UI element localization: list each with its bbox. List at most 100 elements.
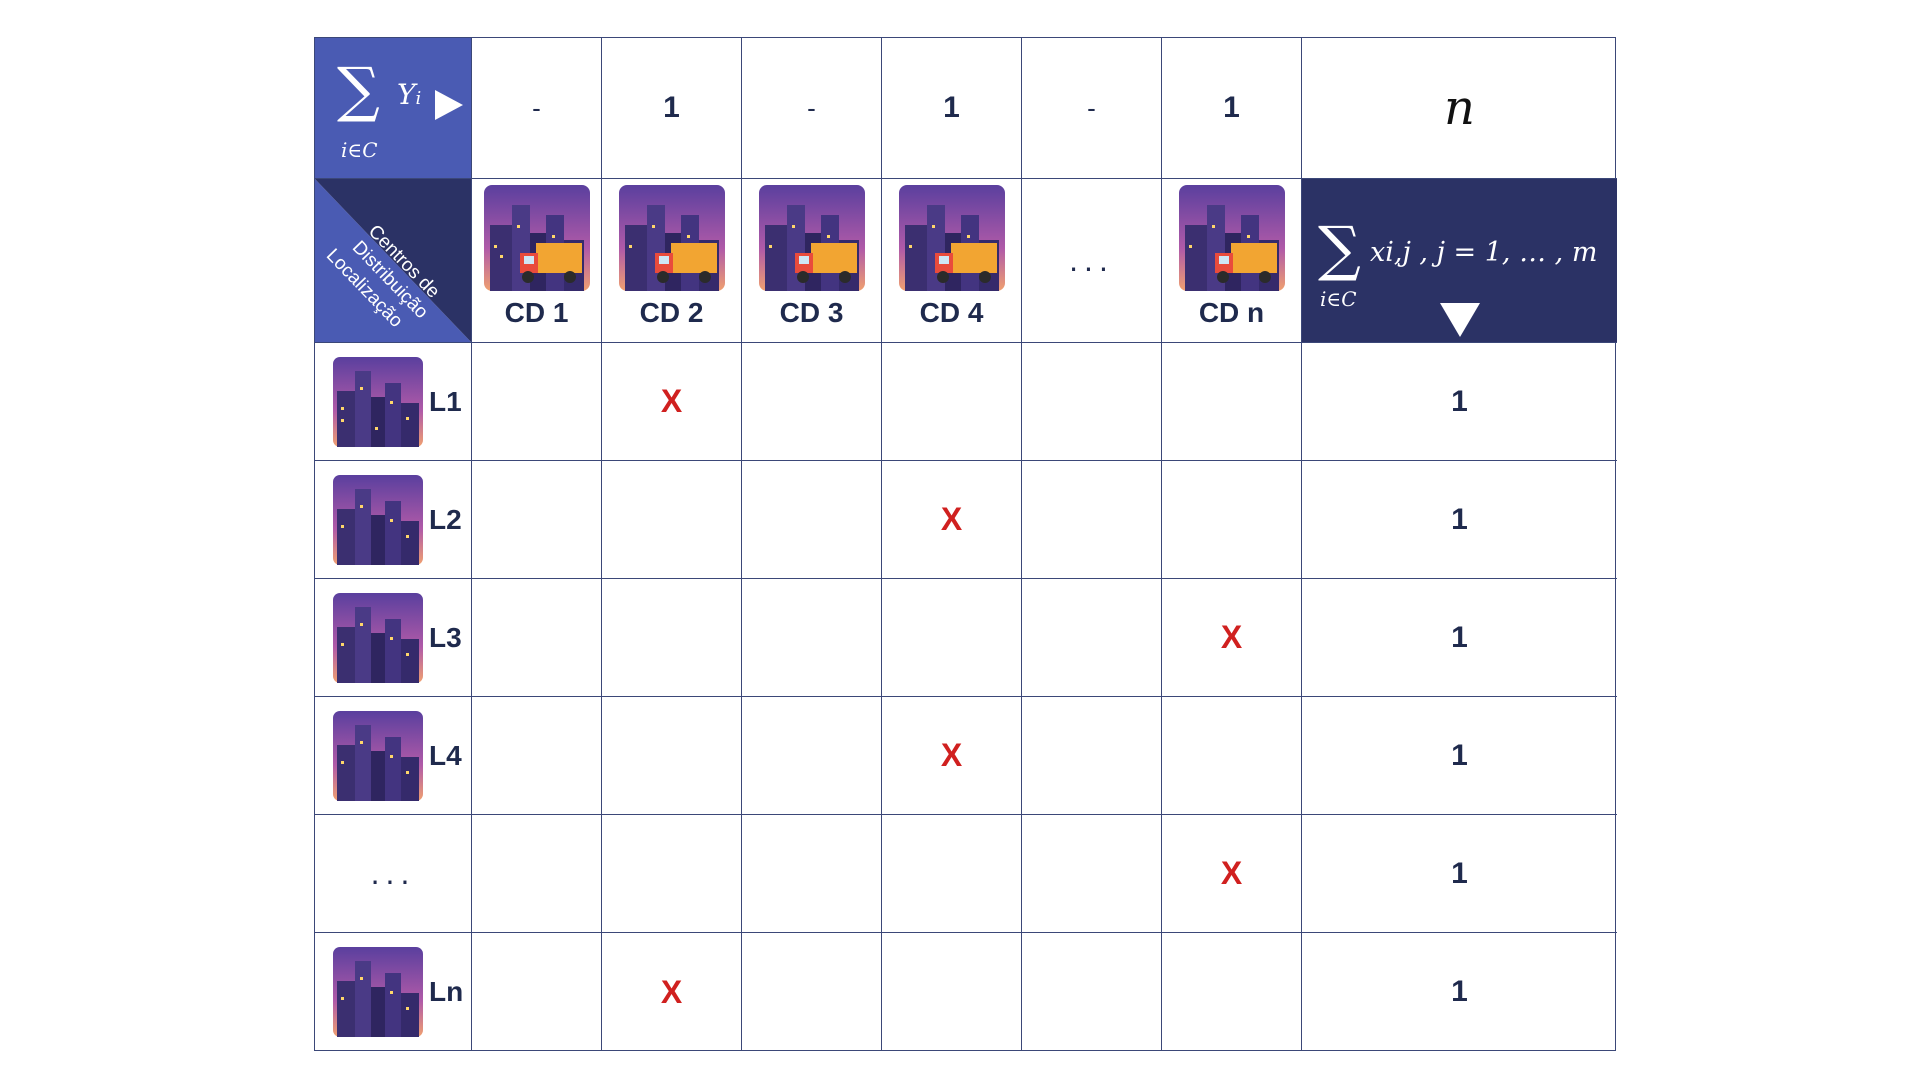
- mark-cell: [742, 579, 882, 697]
- constraint-header: ∑ i∈C xi,j , j = 1, … , m: [1302, 179, 1617, 343]
- center-label: CD 3: [779, 297, 844, 328]
- corner-header: Centros de Distribuição Localização: [315, 179, 472, 343]
- yi-cell-2: 1: [602, 38, 742, 179]
- center-cd2: CD 2: [602, 179, 742, 343]
- cell-text: X: [1220, 619, 1243, 655]
- yi-total: n: [1302, 38, 1617, 179]
- cell-text: 1: [1451, 738, 1468, 772]
- mark-cell: X: [602, 343, 742, 461]
- center-cd4: CD 4: [882, 179, 1022, 343]
- city-buildings-icon: [333, 710, 423, 801]
- city-buildings-icon: [333, 474, 423, 565]
- mark-cell: [882, 343, 1022, 461]
- cell-text: 1: [1451, 856, 1468, 890]
- cell-text: n: [1444, 80, 1475, 136]
- row-sum: 1: [1302, 343, 1617, 461]
- cell-text: X: [940, 737, 963, 773]
- center-cd1: CD 1: [472, 179, 602, 343]
- mark-cell: [1162, 461, 1302, 579]
- mark-cell: [1022, 343, 1162, 461]
- allocation-table: ∑ i∈C Yi - 1 - 1 - 1 n Centros de Distri…: [314, 37, 1617, 1051]
- mark-cell: X: [1162, 815, 1302, 933]
- center-label: CD 2: [639, 297, 704, 328]
- city-buildings-icon: [333, 356, 423, 447]
- row-sum: 1: [1302, 933, 1617, 1051]
- yi-cell-5: -: [1022, 38, 1162, 179]
- center-label: CD n: [1198, 297, 1265, 328]
- row-sum: 1: [1302, 697, 1617, 815]
- cell-text: 1: [663, 91, 680, 124]
- location-label: Ln: [429, 976, 464, 1007]
- city-buildings-icon: [333, 947, 423, 1037]
- location-ellipsis: ...: [315, 815, 472, 933]
- city-truck-icon: [758, 185, 865, 291]
- mark-cell: [882, 933, 1022, 1051]
- location-ln: Ln: [315, 933, 472, 1051]
- mark-cell: [742, 461, 882, 579]
- cell-text: 1: [1451, 620, 1468, 654]
- cell-text: -: [532, 92, 541, 123]
- mark-cell: [1022, 461, 1162, 579]
- city-truck-icon: [898, 185, 1005, 291]
- mark-cell: [742, 343, 882, 461]
- mark-cell: [472, 343, 602, 461]
- mark-cell: [602, 461, 742, 579]
- cell-text: X: [660, 973, 683, 1010]
- mark-cell: [742, 933, 882, 1051]
- mark-cell: [1162, 933, 1302, 1051]
- mark-cell: [1022, 815, 1162, 933]
- location-l1: L1: [315, 343, 472, 461]
- yi-cell-1: -: [472, 38, 602, 179]
- cell-text: 1: [1451, 975, 1468, 1008]
- mark-cell: X: [882, 461, 1022, 579]
- city-buildings-icon: [333, 592, 423, 683]
- play-arrow-icon: [435, 90, 463, 120]
- cell-text: ...: [1069, 242, 1114, 278]
- mark-cell: [882, 815, 1022, 933]
- mark-cell: [742, 815, 882, 933]
- cell-text: ...: [370, 855, 416, 891]
- yi-cell-6: 1: [1162, 38, 1302, 179]
- yi-cell-4: 1: [882, 38, 1022, 179]
- mark-cell: [472, 933, 602, 1051]
- cell-text: 1: [1451, 502, 1468, 536]
- mark-cell: [602, 815, 742, 933]
- sum-term: Yi: [397, 78, 422, 111]
- mark-cell: [1022, 933, 1162, 1051]
- cell-text: 1: [1451, 384, 1468, 418]
- yi-cell-3: -: [742, 38, 882, 179]
- sigma-symbol: ∑: [337, 55, 380, 125]
- mark-cell: [472, 815, 602, 933]
- location-l4: L4: [315, 697, 472, 815]
- mark-cell: X: [1162, 579, 1302, 697]
- location-label: L2: [429, 503, 462, 535]
- mark-cell: [882, 579, 1022, 697]
- cell-text: X: [940, 501, 963, 537]
- cell-text: 1: [1223, 91, 1240, 124]
- sum-yi-header: ∑ i∈C Yi: [315, 38, 472, 179]
- location-label: L4: [429, 739, 462, 771]
- location-label: L1: [429, 385, 462, 417]
- center-ellipsis: ...: [1022, 179, 1162, 343]
- center-label: CD 4: [919, 297, 984, 328]
- row-sum: 1: [1302, 815, 1617, 933]
- mark-cell: [602, 697, 742, 815]
- city-truck-icon: [618, 185, 725, 291]
- cell-text: X: [660, 383, 683, 419]
- mark-cell: [472, 697, 602, 815]
- sum-subscript: i∈C: [341, 138, 378, 162]
- mark-cell: [1162, 343, 1302, 461]
- cell-text: 1: [943, 91, 960, 124]
- cell-text: X: [1220, 855, 1243, 891]
- cell-text: -: [1087, 92, 1096, 123]
- center-cdn: CD n: [1162, 179, 1302, 343]
- row-sum: 1: [1302, 579, 1617, 697]
- down-arrow-icon: [1440, 303, 1480, 337]
- mark-cell: [472, 461, 602, 579]
- mark-cell: [1162, 697, 1302, 815]
- mark-cell: [472, 579, 602, 697]
- location-l3: L3: [315, 579, 472, 697]
- cell-text: -: [807, 92, 816, 123]
- mark-cell: X: [882, 697, 1022, 815]
- center-cd3: CD 3: [742, 179, 882, 343]
